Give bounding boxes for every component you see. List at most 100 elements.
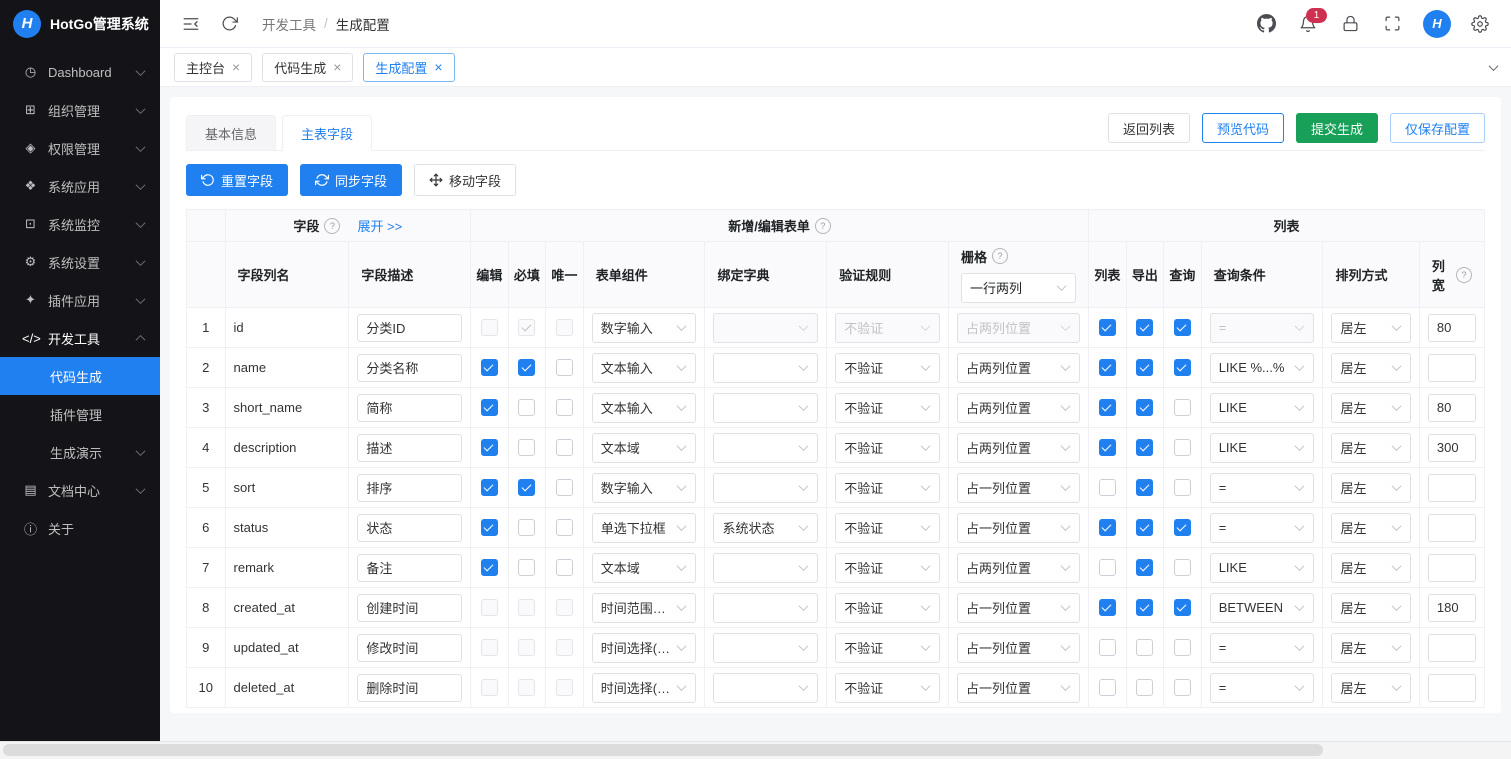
lock-screen-icon[interactable] xyxy=(1337,11,1363,37)
fullscreen-icon[interactable] xyxy=(1379,11,1405,37)
query-condition-select[interactable]: LIKE xyxy=(1209,552,1315,583)
tab-main-table-fields[interactable]: 主表字段 xyxy=(282,115,373,151)
query-condition-select[interactable]: LIKE xyxy=(1209,432,1315,463)
edit-checkbox[interactable] xyxy=(480,399,498,417)
export-checkbox[interactable] xyxy=(1136,359,1154,377)
breadcrumb-parent[interactable]: 开发工具 xyxy=(262,14,316,34)
query-checkbox[interactable] xyxy=(1173,439,1191,457)
horizontal-scrollbar[interactable] xyxy=(0,741,1511,759)
query-checkbox[interactable] xyxy=(1173,359,1191,377)
column-width-input[interactable] xyxy=(1427,313,1476,342)
grid-select[interactable]: 占一列位置 xyxy=(957,512,1081,543)
close-icon[interactable]: × xyxy=(434,60,442,74)
unique-checkbox[interactable] xyxy=(555,559,573,577)
align-select[interactable]: 居左 xyxy=(1331,392,1411,423)
list-checkbox[interactable] xyxy=(1098,399,1116,417)
column-width-input[interactable] xyxy=(1427,673,1476,702)
sidebar-item-system-settings[interactable]: ⚙ 系统设置 xyxy=(0,243,160,281)
dict-select[interactable] xyxy=(713,352,819,383)
list-checkbox[interactable] xyxy=(1098,439,1116,457)
export-checkbox[interactable] xyxy=(1136,439,1154,457)
column-width-input[interactable] xyxy=(1427,553,1476,582)
edit-checkbox[interactable] xyxy=(480,359,498,377)
list-checkbox[interactable] xyxy=(1098,639,1116,657)
form-widget-select[interactable]: 时间选择(Y-... xyxy=(591,632,697,663)
reset-fields-button[interactable]: 重置字段 xyxy=(186,164,289,196)
dict-select[interactable]: 系统状态 xyxy=(713,512,819,543)
help-icon[interactable] xyxy=(992,248,1009,264)
sidebar-item-organization[interactable]: ⊞ 组织管理 xyxy=(0,91,160,129)
required-checkbox[interactable] xyxy=(518,479,536,497)
app-logo[interactable]: H HotGo管理系统 xyxy=(0,0,160,47)
field-desc-input[interactable] xyxy=(357,473,463,502)
required-checkbox[interactable] xyxy=(518,679,536,697)
dict-select[interactable] xyxy=(713,472,819,503)
list-checkbox[interactable] xyxy=(1098,359,1116,377)
sidebar-item-doc-center[interactable]: ▤ 文档中心 xyxy=(0,471,160,509)
validation-select[interactable]: 不验证 xyxy=(835,472,940,503)
help-icon[interactable] xyxy=(814,217,831,234)
column-width-input[interactable] xyxy=(1427,393,1476,422)
sidebar-item-permission[interactable]: ◈ 权限管理 xyxy=(0,129,160,167)
grid-layout-select[interactable]: 一行两列 xyxy=(961,272,1077,303)
sidebar-item-code-generation[interactable]: 代码生成 xyxy=(0,357,160,395)
query-checkbox[interactable] xyxy=(1173,679,1191,697)
tab-basic-info[interactable]: 基本信息 xyxy=(186,115,277,151)
query-checkbox[interactable] xyxy=(1173,559,1191,577)
tab-code-generation[interactable]: 代码生成 × xyxy=(262,52,354,82)
scrollbar-thumb[interactable] xyxy=(3,744,1323,756)
edit-checkbox[interactable] xyxy=(480,319,498,337)
unique-checkbox[interactable] xyxy=(555,639,573,657)
sidebar-collapse-icon[interactable] xyxy=(178,11,204,37)
expand-link[interactable]: 展开 >> xyxy=(357,216,402,235)
validation-select[interactable]: 不验证 xyxy=(835,312,940,343)
unique-checkbox[interactable] xyxy=(555,479,573,497)
query-checkbox[interactable] xyxy=(1173,399,1191,417)
dict-select[interactable] xyxy=(713,312,819,343)
column-width-input[interactable] xyxy=(1427,513,1476,542)
sidebar-item-about[interactable]: ⓘ 关于 xyxy=(0,509,160,547)
field-desc-input[interactable] xyxy=(357,433,463,462)
sidebar-item-system-monitor[interactable]: ⊡ 系统监控 xyxy=(0,205,160,243)
field-desc-input[interactable] xyxy=(357,673,463,702)
query-checkbox[interactable] xyxy=(1173,319,1191,337)
form-widget-select[interactable]: 数字输入 xyxy=(591,312,697,343)
align-select[interactable]: 居左 xyxy=(1331,432,1411,463)
field-desc-input[interactable] xyxy=(357,633,463,662)
validation-select[interactable]: 不验证 xyxy=(835,592,940,623)
unique-checkbox[interactable] xyxy=(555,399,573,417)
column-width-input[interactable] xyxy=(1427,433,1476,462)
edit-checkbox[interactable] xyxy=(480,519,498,537)
tab-generation-config[interactable]: 生成配置 × xyxy=(363,52,455,82)
sidebar-item-system-app[interactable]: ❖ 系统应用 xyxy=(0,167,160,205)
column-width-input[interactable] xyxy=(1427,593,1476,622)
grid-select[interactable]: 占一列位置 xyxy=(957,632,1081,663)
column-width-input[interactable] xyxy=(1427,633,1476,662)
unique-checkbox[interactable] xyxy=(555,439,573,457)
query-checkbox[interactable] xyxy=(1173,639,1191,657)
column-width-input[interactable] xyxy=(1427,473,1476,502)
form-widget-select[interactable]: 文本输入 xyxy=(591,352,697,383)
export-checkbox[interactable] xyxy=(1136,399,1154,417)
list-checkbox[interactable] xyxy=(1098,679,1116,697)
export-checkbox[interactable] xyxy=(1136,639,1154,657)
sidebar-item-dev-tools[interactable]: </> 开发工具 xyxy=(0,319,160,357)
sidebar-item-plugin-management[interactable]: 插件管理 xyxy=(0,395,160,433)
edit-checkbox[interactable] xyxy=(480,639,498,657)
form-widget-select[interactable]: 文本输入 xyxy=(591,392,697,423)
query-checkbox[interactable] xyxy=(1173,479,1191,497)
form-widget-select[interactable]: 文本域 xyxy=(591,432,697,463)
query-condition-select[interactable]: BETWEEN xyxy=(1209,592,1315,623)
required-checkbox[interactable] xyxy=(518,599,536,617)
field-desc-input[interactable] xyxy=(357,353,463,382)
query-condition-select[interactable]: = xyxy=(1209,512,1315,543)
validation-select[interactable]: 不验证 xyxy=(835,552,940,583)
user-avatar[interactable]: H xyxy=(1423,9,1451,38)
query-condition-select[interactable]: = xyxy=(1209,472,1315,503)
unique-checkbox[interactable] xyxy=(555,319,573,337)
edit-checkbox[interactable] xyxy=(480,559,498,577)
dict-select[interactable] xyxy=(713,592,819,623)
grid-select[interactable]: 占两列位置 xyxy=(957,312,1081,343)
column-width-input[interactable] xyxy=(1427,353,1476,382)
dict-select[interactable] xyxy=(713,392,819,423)
